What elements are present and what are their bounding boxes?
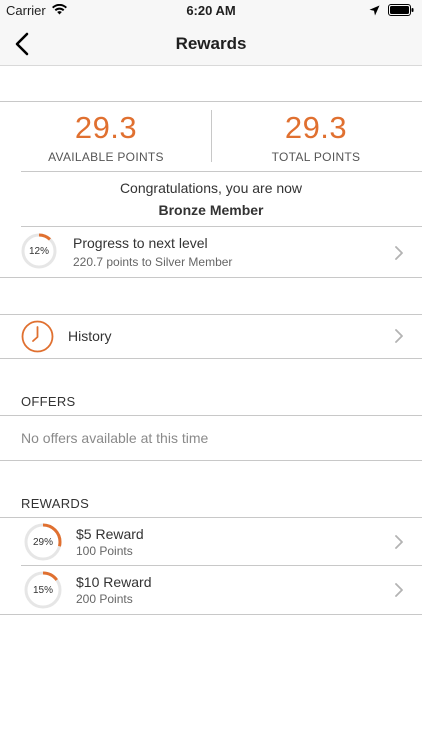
divider — [0, 415, 422, 416]
chevron-right-icon — [395, 246, 403, 260]
reward-progress-ring: 29% — [24, 523, 62, 561]
status-right — [369, 4, 414, 19]
divider — [0, 614, 422, 615]
clock-icon — [21, 320, 54, 353]
chevron-right-icon — [395, 535, 403, 549]
reward-points: 100 Points — [76, 544, 133, 558]
page-title: Rewards — [175, 34, 247, 53]
progress-subtitle: 220.7 points to Silver Member — [73, 255, 233, 269]
status-time: 6:20 AM — [186, 3, 236, 18]
available-points-label: AVAILABLE POINTS — [48, 150, 164, 164]
available-points: 29.3 AVAILABLE POINTS — [11, 108, 201, 164]
divider — [0, 101, 422, 102]
reward-item[interactable]: 15% $10 Reward 200 Points — [0, 566, 422, 614]
progress-row[interactable]: 12% Progress to next level 220.7 points … — [0, 227, 422, 277]
reward-progress-ring: 15% — [24, 571, 62, 609]
reward-points: 200 Points — [76, 592, 133, 606]
reward-percent: 15% — [32, 584, 53, 596]
chevron-right-icon — [395, 329, 403, 343]
congrats-text: Congratulations, you are now — [119, 180, 303, 196]
total-points-label: TOTAL POINTS — [271, 150, 361, 164]
divider — [0, 460, 422, 461]
history-row[interactable]: History — [0, 315, 422, 358]
available-points-value: 29.3 — [74, 110, 138, 145]
offers-empty-text: No offers available at this time — [21, 430, 209, 446]
chevron-right-icon — [395, 583, 403, 597]
offers-header: OFFERS — [21, 394, 76, 409]
progress-ring: 12% — [21, 233, 57, 269]
progress-title: Progress to next level — [73, 235, 208, 251]
divider — [21, 171, 422, 172]
status-bar: Carrier 6:20 AM — [0, 0, 422, 22]
rewards-header: REWARDS — [21, 496, 90, 511]
reward-title: $5 Reward — [76, 526, 144, 542]
battery-icon — [388, 4, 414, 19]
location-arrow-icon — [369, 4, 380, 19]
total-points-value: 29.3 — [284, 110, 348, 145]
navigation-bar: Rewards — [0, 22, 422, 66]
member-level: Bronze Member — [158, 202, 264, 218]
progress-percent: 12% — [28, 245, 49, 257]
divider — [0, 358, 422, 359]
history-label: History — [68, 328, 112, 344]
reward-item[interactable]: 29% $5 Reward 100 Points — [0, 518, 422, 565]
reward-percent: 29% — [32, 536, 53, 548]
total-points: 29.3 TOTAL POINTS — [221, 108, 411, 164]
divider — [0, 277, 422, 278]
reward-title: $10 Reward — [76, 574, 152, 590]
points-divider — [211, 110, 212, 162]
